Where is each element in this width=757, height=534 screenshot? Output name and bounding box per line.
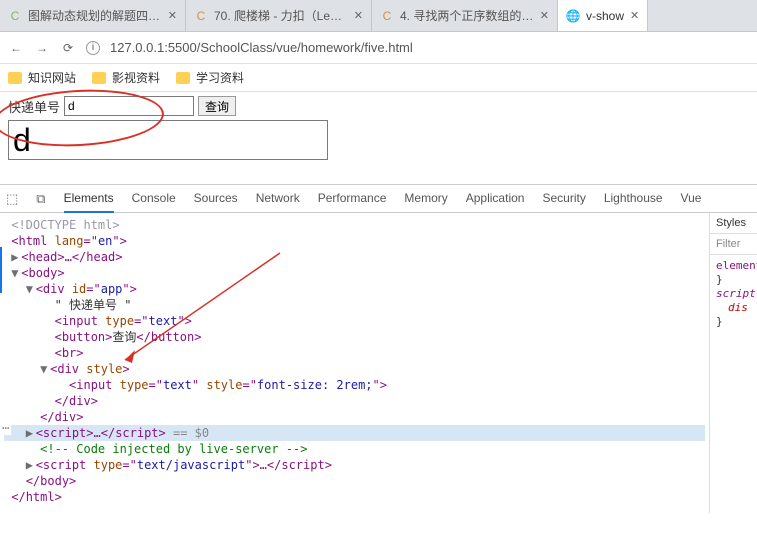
tab-label: 4. 寻找两个正序数组的中位数 - xyxy=(400,7,534,24)
devtools-tab[interactable]: Vue xyxy=(681,185,702,213)
devtools-tab[interactable]: Console xyxy=(132,185,176,213)
browser-tab-bar: C 图解动态规划的解题四步骤（C+ ✕ C 70. 爬楼梯 - 力扣（LeetCode）… xyxy=(0,0,757,32)
bookmark-label: 学习资料 xyxy=(196,69,244,86)
tab-label: 70. 爬楼梯 - 力扣（LeetCode） xyxy=(214,7,348,24)
back-icon[interactable]: ← xyxy=(8,41,24,55)
favicon-icon: C xyxy=(8,9,22,23)
site-info-icon[interactable]: i xyxy=(86,41,100,55)
query-button[interactable]: 查询 xyxy=(198,96,236,116)
devtools-body: ⋯ <!DOCTYPE html> <html lang="en"> ▶<hea… xyxy=(0,213,757,513)
styles-pane[interactable]: Styles Filter element } script dis } xyxy=(709,213,757,513)
devtools-panel: ⬚ ⧉ Elements Console Sources Network Perform… xyxy=(0,184,757,513)
forward-icon[interactable]: → xyxy=(34,41,50,55)
result-input[interactable] xyxy=(8,120,328,160)
favicon-icon: C xyxy=(194,9,208,23)
devtools-tab[interactable]: Security xyxy=(542,185,585,213)
devtools-tab[interactable]: Application xyxy=(466,185,525,213)
close-icon[interactable]: ✕ xyxy=(168,9,177,22)
folder-icon xyxy=(92,72,106,84)
field-label: 快递单号 xyxy=(8,97,60,116)
bookmarks-bar: 知识网站 影视资料 学习资料 xyxy=(0,64,757,92)
reload-icon[interactable]: ⟳ xyxy=(60,41,76,55)
browser-tab[interactable]: C 4. 寻找两个正序数组的中位数 - ✕ xyxy=(372,0,558,31)
bookmark-item[interactable]: 学习资料 xyxy=(176,69,244,86)
folder-icon xyxy=(176,72,190,84)
devtools-tab[interactable]: Elements xyxy=(64,185,114,213)
tab-label: v-show xyxy=(586,9,624,23)
tracking-input[interactable] xyxy=(64,96,194,116)
devtools-tab[interactable]: Sources xyxy=(194,185,238,213)
result-box xyxy=(8,120,749,160)
bookmark-item[interactable]: 影视资料 xyxy=(92,69,160,86)
folder-icon xyxy=(8,72,22,84)
page-content: 快递单号 查询 xyxy=(0,92,757,184)
styles-body: element } script dis } xyxy=(710,255,757,333)
device-icon[interactable]: ⧉ xyxy=(36,191,45,207)
dom-tree[interactable]: <!DOCTYPE html> <html lang="en"> ▶<head>… xyxy=(0,213,709,513)
browser-tab[interactable]: C 70. 爬楼梯 - 力扣（LeetCode） ✕ xyxy=(186,0,372,31)
devtools-toolbar: ⬚ ⧉ Elements Console Sources Network Perform… xyxy=(0,185,757,213)
inspect-icon[interactable]: ⬚ xyxy=(6,191,18,207)
devtools-tab[interactable]: Memory xyxy=(404,185,447,213)
favicon-icon: 🌐 xyxy=(566,9,580,23)
bookmark-label: 影视资料 xyxy=(112,69,160,86)
devtools-tab[interactable]: Lighthouse xyxy=(604,185,663,213)
devtools-tab[interactable]: Network xyxy=(256,185,300,213)
close-icon[interactable]: ✕ xyxy=(354,9,363,22)
form-row: 快递单号 查询 xyxy=(8,96,749,116)
bookmark-label: 知识网站 xyxy=(28,69,76,86)
gutter-dots: ⋯ xyxy=(0,421,11,435)
bookmark-item[interactable]: 知识网站 xyxy=(8,69,76,86)
styles-header: Styles xyxy=(710,213,757,234)
browser-tab[interactable]: 🌐 v-show ✕ xyxy=(558,0,648,31)
browser-tab[interactable]: C 图解动态规划的解题四步骤（C+ ✕ xyxy=(0,0,186,31)
close-icon[interactable]: ✕ xyxy=(540,9,549,22)
devtools-tab[interactable]: Performance xyxy=(318,185,387,213)
styles-filter[interactable]: Filter xyxy=(710,234,757,255)
tab-label: 图解动态规划的解题四步骤（C+ xyxy=(28,7,162,24)
url-text[interactable]: 127.0.0.1:5500/SchoolClass/vue/homework/… xyxy=(110,40,413,55)
favicon-icon: C xyxy=(380,9,394,23)
close-icon[interactable]: ✕ xyxy=(630,9,639,22)
address-bar: ← → ⟳ i 127.0.0.1:5500/SchoolClass/vue/h… xyxy=(0,32,757,64)
selection-indicator xyxy=(0,247,2,293)
